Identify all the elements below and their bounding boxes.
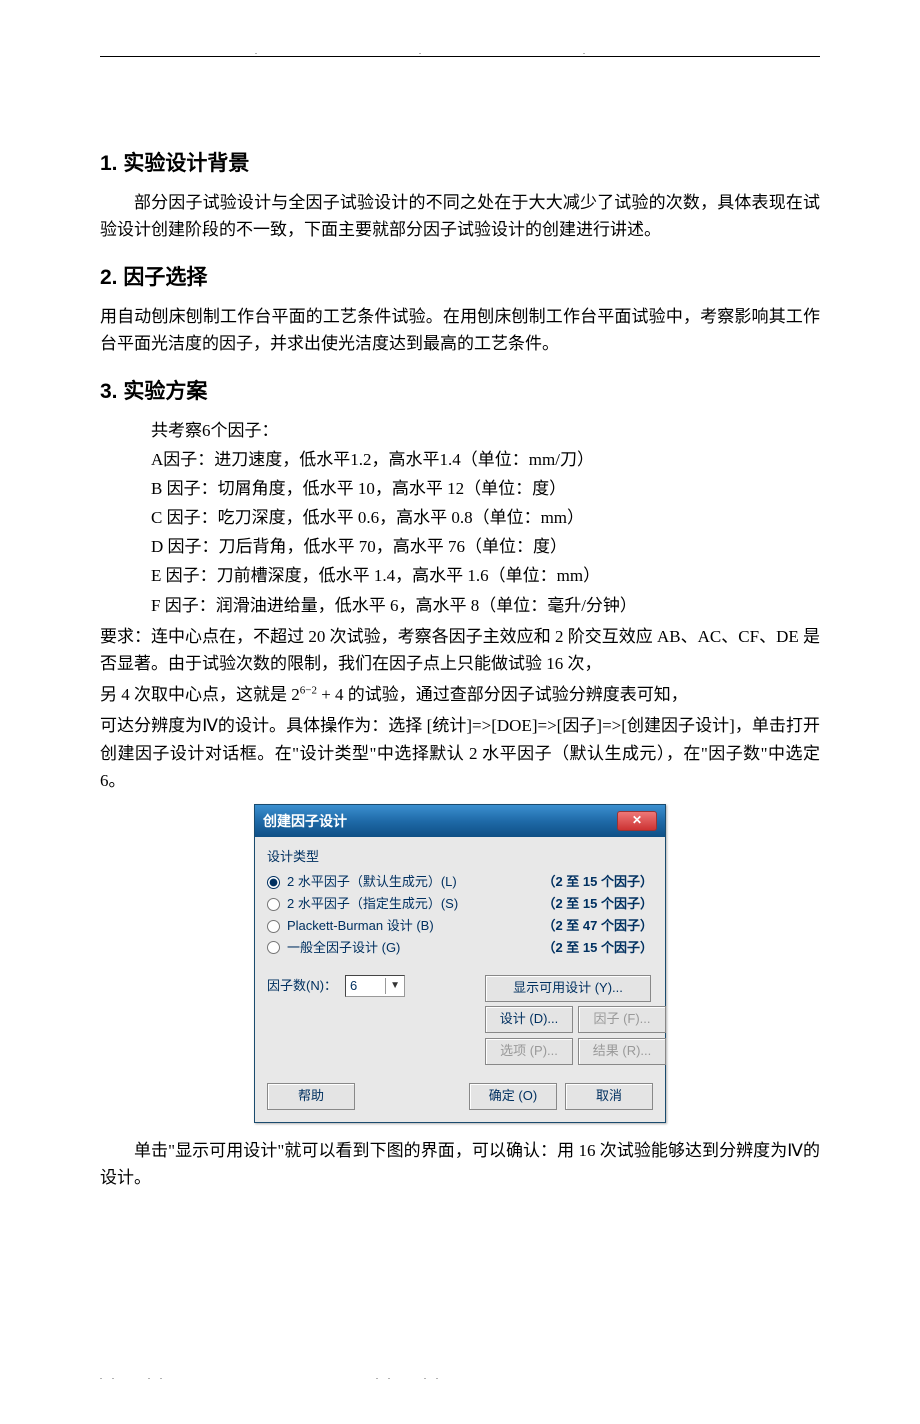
radio-2-range: （2 至 47 个因子） bbox=[542, 916, 653, 937]
factor-count-label: 因子数(N)： bbox=[267, 976, 337, 997]
ok-button[interactable]: 确定 (O) bbox=[469, 1083, 557, 1110]
req2-exp: 6−2 bbox=[300, 685, 317, 697]
requirement-2: 另 4 次取中心点，这就是 26−2 + 4 的试验，通过查部分因子试验分辨度表… bbox=[100, 681, 820, 708]
factor-B: B 因子：切屑角度，低水平 10，高水平 12（单位：度） bbox=[151, 475, 820, 502]
create-factor-design-dialog: 创建因子设计 ✕ 设计类型 2 水平因子（默认生成元）(L) （2 至 15 个… bbox=[254, 804, 666, 1123]
show-available-button[interactable]: 显示可用设计 (Y)... bbox=[485, 975, 651, 1002]
radio-1-range: （2 至 15 个因子） bbox=[542, 894, 653, 915]
section-2-title: 2. 因子选择 bbox=[100, 261, 820, 295]
radio-option-1[interactable]: 2 水平因子（指定生成元）(S) （2 至 15 个因子） bbox=[267, 894, 653, 915]
header-dots: . . . bbox=[100, 46, 820, 56]
factor-count-combo[interactable]: 6 ▼ bbox=[345, 975, 405, 997]
factor-button[interactable]: 因子 (F)... bbox=[578, 1006, 666, 1033]
radio-option-3[interactable]: 一般全因子设计 (G) （2 至 15 个因子） bbox=[267, 938, 653, 959]
radio-0[interactable] bbox=[267, 876, 280, 889]
section-2-body: 用自动刨床刨制工作台平面的工艺条件试验。在用刨床刨制工作台平面试验中，考察影响其… bbox=[100, 303, 820, 357]
factor-intro: 共考察6个因子： bbox=[151, 417, 820, 444]
requirement-1: 要求：连中心点在，不超过 20 次试验，考察各因子主效应和 2 阶交互效应 AB… bbox=[100, 623, 820, 677]
footer-dots: . . . .. . . . bbox=[100, 1371, 820, 1384]
after-dialog-text: 单击"显示可用设计"就可以看到下图的界面，可以确认：用 16 次试验能够达到分辨… bbox=[100, 1137, 820, 1191]
factor-A: A因子：进刀速度，低水平1.2，高水平1.4（单位：mm/刀） bbox=[151, 446, 820, 473]
top-rule bbox=[100, 56, 820, 57]
requirement-3: 可达分辨度为Ⅳ的设计。具体操作为：选择 [统计]=>[DOE]=>[因子]=>[… bbox=[100, 712, 820, 794]
factor-F: F 因子：润滑油进给量，低水平 6，高水平 8（单位：毫升/分钟） bbox=[151, 592, 820, 619]
req2-b: + 4 的试验，通过查部分因子试验分辨度表可知， bbox=[317, 685, 688, 704]
dialog-title: 创建因子设计 bbox=[263, 810, 347, 832]
section-1-title: 1. 实验设计背景 bbox=[100, 147, 820, 181]
factor-list: 共考察6个因子： A因子：进刀速度，低水平1.2，高水平1.4（单位：mm/刀）… bbox=[151, 417, 820, 619]
radio-2[interactable] bbox=[267, 920, 280, 933]
radio-option-0[interactable]: 2 水平因子（默认生成元）(L) （2 至 15 个因子） bbox=[267, 872, 653, 893]
radio-3-range: （2 至 15 个因子） bbox=[542, 938, 653, 959]
radio-0-label: 2 水平因子（默认生成元）(L) bbox=[287, 872, 457, 893]
close-button[interactable]: ✕ bbox=[617, 811, 657, 831]
cancel-button[interactable]: 取消 bbox=[565, 1083, 653, 1110]
section-3-title: 3. 实验方案 bbox=[100, 375, 820, 409]
result-button[interactable]: 结果 (R)... bbox=[578, 1038, 666, 1065]
radio-3[interactable] bbox=[267, 941, 280, 954]
help-button[interactable]: 帮助 bbox=[267, 1083, 355, 1110]
radio-0-range: （2 至 15 个因子） bbox=[542, 872, 653, 893]
option-button[interactable]: 选项 (P)... bbox=[485, 1038, 573, 1065]
radio-option-2[interactable]: Plackett-Burman 设计 (B) （2 至 47 个因子） bbox=[267, 916, 653, 937]
factor-count-value: 6 bbox=[350, 976, 357, 997]
design-type-label: 设计类型 bbox=[267, 847, 653, 868]
radio-1[interactable] bbox=[267, 898, 280, 911]
radio-3-label: 一般全因子设计 (G) bbox=[287, 938, 400, 959]
req2-a: 另 4 次取中心点，这就是 2 bbox=[100, 685, 300, 704]
dialog-titlebar[interactable]: 创建因子设计 ✕ bbox=[255, 805, 665, 837]
design-button[interactable]: 设计 (D)... bbox=[485, 1006, 573, 1033]
factor-D: D 因子：刀后背角，低水平 70，高水平 76（单位：度） bbox=[151, 533, 820, 560]
radio-1-label: 2 水平因子（指定生成元）(S) bbox=[287, 894, 458, 915]
section-1-body: 部分因子试验设计与全因子试验设计的不同之处在于大大减少了试验的次数，具体表现在试… bbox=[100, 189, 820, 243]
factor-E: E 因子：刀前槽深度，低水平 1.4，高水平 1.6（单位：mm） bbox=[151, 562, 820, 589]
radio-2-label: Plackett-Burman 设计 (B) bbox=[287, 916, 434, 937]
chevron-down-icon: ▼ bbox=[385, 978, 400, 994]
factor-C: C 因子：吃刀深度，低水平 0.6，高水平 0.8（单位：mm） bbox=[151, 504, 820, 531]
